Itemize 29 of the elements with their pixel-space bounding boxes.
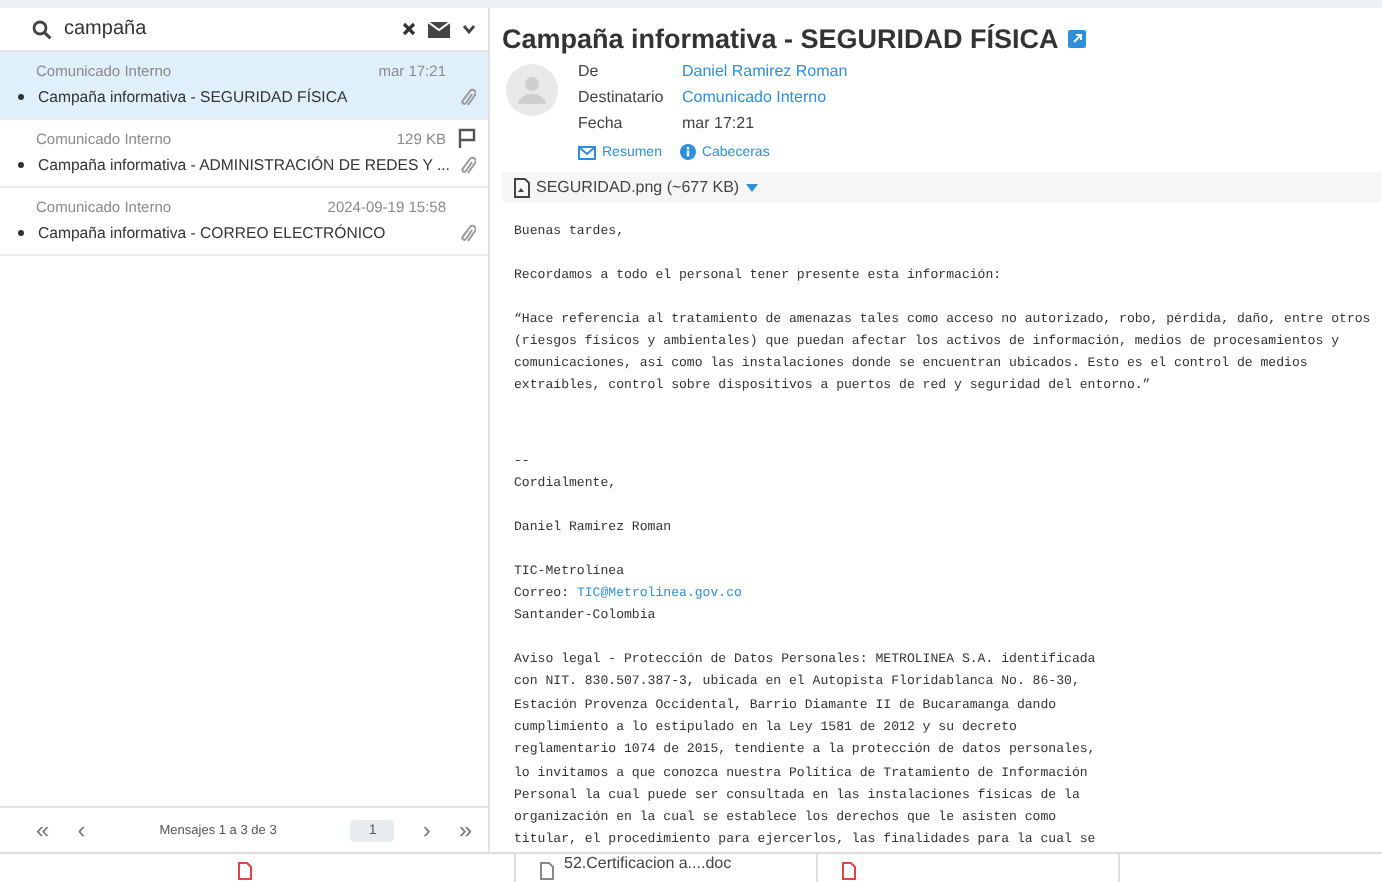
info-icon xyxy=(679,144,696,160)
search-field[interactable]: campaña xyxy=(64,18,390,40)
search-icon xyxy=(32,19,52,39)
next-page-button[interactable]: › xyxy=(422,818,431,842)
first-page-button[interactable]: « xyxy=(36,818,50,842)
chevron-down-icon[interactable] xyxy=(462,24,476,34)
envelope-icon[interactable] xyxy=(428,21,450,37)
previous-page-button[interactable]: ‹ xyxy=(77,818,86,842)
download-name: 52.Certificacion a....doc xyxy=(564,854,732,872)
header-link[interactable]: Comunicado Interno xyxy=(682,86,848,110)
file-icon xyxy=(238,862,252,880)
download-item[interactable]: 52.Certificacion a....doc xyxy=(516,854,818,882)
external-link-icon[interactable] xyxy=(1068,30,1087,48)
file-icon xyxy=(540,862,554,880)
file-icon xyxy=(842,862,856,880)
flag-icon[interactable] xyxy=(458,128,476,148)
last-page-button[interactable]: » xyxy=(458,818,472,842)
envelope-icon xyxy=(578,145,596,159)
message-title: Campaña informativa - SEGURIDAD FÍSICA xyxy=(502,24,1059,54)
header-label: Fecha xyxy=(578,112,625,136)
close-icon[interactable] xyxy=(402,22,416,36)
header-value: mar 17:21 xyxy=(682,112,757,136)
header-label: Destinatario xyxy=(578,86,666,110)
avatar xyxy=(506,64,558,116)
header-link[interactable]: Daniel Ramirez Roman xyxy=(682,60,848,84)
caret-icon[interactable] xyxy=(745,183,758,191)
attachment-name[interactable]: SEGURIDAD.png (~677 KB) xyxy=(536,178,740,196)
file-icon xyxy=(514,177,530,197)
header-label: De xyxy=(578,60,601,84)
